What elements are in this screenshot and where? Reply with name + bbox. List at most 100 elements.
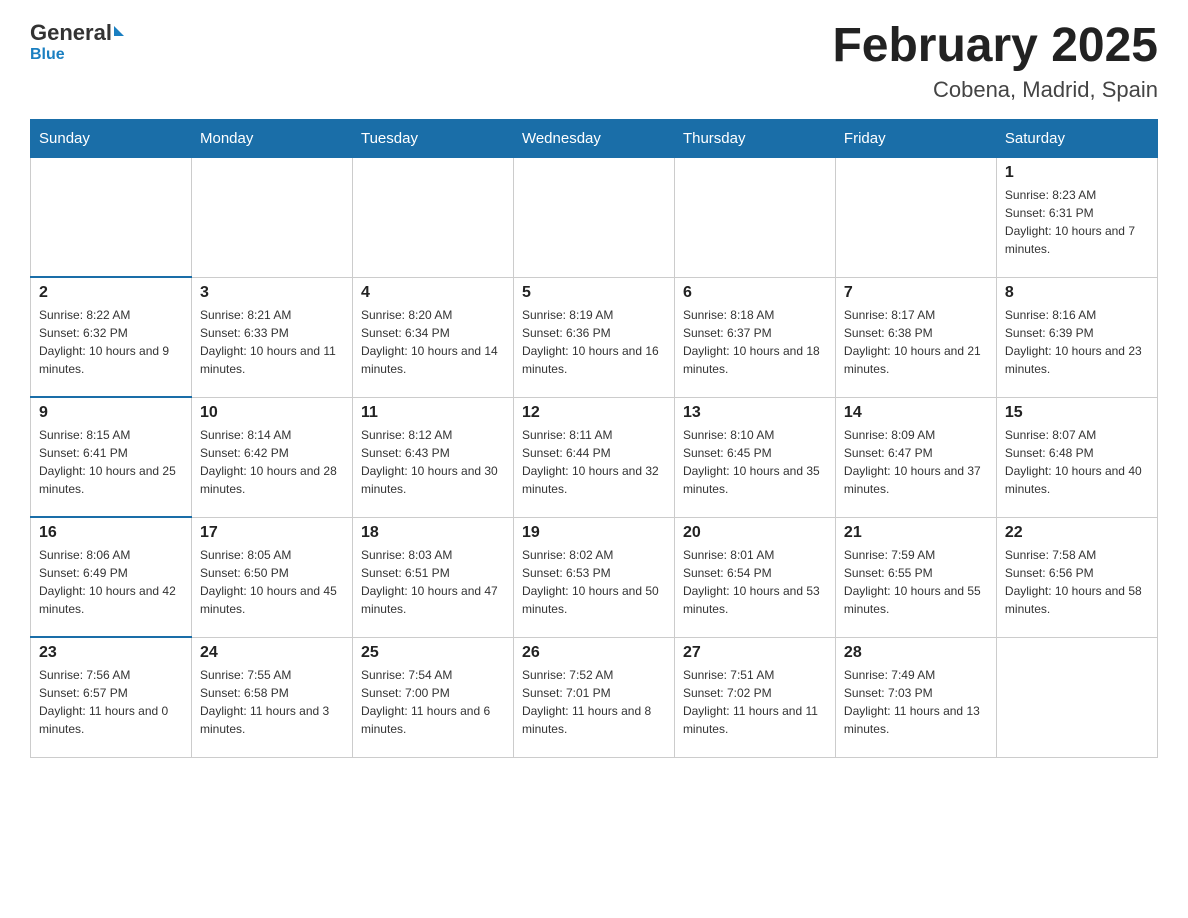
weekday-header-wednesday: Wednesday bbox=[513, 119, 674, 157]
day-number: 13 bbox=[683, 404, 827, 422]
logo-general-text: General bbox=[30, 20, 112, 46]
calendar-week-row: 16 Sunrise: 8:06 AMSunset: 6:49 PMDayligh… bbox=[31, 517, 1158, 637]
day-number: 17 bbox=[200, 524, 344, 542]
day-info: Sunrise: 8:06 AMSunset: 6:49 PMDaylight:… bbox=[39, 546, 183, 618]
weekday-header-tuesday: Tuesday bbox=[352, 119, 513, 157]
day-number: 28 bbox=[844, 644, 988, 662]
day-info: Sunrise: 8:22 AMSunset: 6:32 PMDaylight:… bbox=[39, 306, 183, 378]
day-info: Sunrise: 8:11 AMSunset: 6:44 PMDaylight:… bbox=[522, 426, 666, 498]
day-info: Sunrise: 8:07 AMSunset: 6:48 PMDaylight:… bbox=[1005, 426, 1149, 498]
logo: General Blue bbox=[30, 20, 124, 64]
day-info: Sunrise: 8:14 AMSunset: 6:42 PMDaylight:… bbox=[200, 426, 344, 498]
day-info: Sunrise: 8:21 AMSunset: 6:33 PMDaylight:… bbox=[200, 306, 344, 378]
day-number: 5 bbox=[522, 284, 666, 302]
day-number: 8 bbox=[1005, 284, 1149, 302]
calendar-cell: 2 Sunrise: 8:22 AMSunset: 6:32 PMDaylight… bbox=[31, 277, 192, 397]
weekday-header-saturday: Saturday bbox=[996, 119, 1157, 157]
calendar-cell: 19 Sunrise: 8:02 AMSunset: 6:53 PMDayligh… bbox=[513, 517, 674, 637]
day-number: 10 bbox=[200, 404, 344, 422]
calendar-cell: 23Sunrise: 7:56 AMSunset: 6:57 PMDayligh… bbox=[31, 637, 192, 757]
day-number: 3 bbox=[200, 284, 344, 302]
day-number: 26 bbox=[522, 644, 666, 662]
day-info: Sunrise: 8:20 AMSunset: 6:34 PMDaylight:… bbox=[361, 306, 505, 378]
day-info: Sunrise: 8:01 AMSunset: 6:54 PMDaylight:… bbox=[683, 546, 827, 618]
day-number: 6 bbox=[683, 284, 827, 302]
calendar-cell: 10 Sunrise: 8:14 AMSunset: 6:42 PMDayligh… bbox=[191, 397, 352, 517]
calendar-cell: 21 Sunrise: 7:59 AMSunset: 6:55 PMDayligh… bbox=[835, 517, 996, 637]
day-number: 19 bbox=[522, 524, 666, 542]
calendar-cell: 5 Sunrise: 8:19 AMSunset: 6:36 PMDaylight… bbox=[513, 277, 674, 397]
day-number: 25 bbox=[361, 644, 505, 662]
calendar-cell bbox=[674, 157, 835, 277]
calendar-week-row: 23Sunrise: 7:56 AMSunset: 6:57 PMDayligh… bbox=[31, 637, 1158, 757]
location: Cobena, Madrid, Spain bbox=[832, 77, 1158, 103]
day-info: Sunrise: 7:54 AMSunset: 7:00 PMDaylight:… bbox=[361, 666, 505, 738]
calendar-cell: 14 Sunrise: 8:09 AMSunset: 6:47 PMDayligh… bbox=[835, 397, 996, 517]
day-info: Sunrise: 7:56 AMSunset: 6:57 PMDaylight:… bbox=[39, 666, 183, 738]
calendar-cell: 11Sunrise: 8:12 AMSunset: 6:43 PMDayligh… bbox=[352, 397, 513, 517]
calendar-cell: 13 Sunrise: 8:10 AMSunset: 6:45 PMDayligh… bbox=[674, 397, 835, 517]
day-number: 16 bbox=[39, 524, 183, 542]
calendar-cell: 1Sunrise: 8:23 AMSunset: 6:31 PMDaylight… bbox=[996, 157, 1157, 277]
calendar-cell: 24 Sunrise: 7:55 AMSunset: 6:58 PMDayligh… bbox=[191, 637, 352, 757]
logo-blue-text: Blue bbox=[30, 46, 65, 64]
weekday-header-thursday: Thursday bbox=[674, 119, 835, 157]
day-info: Sunrise: 7:51 AMSunset: 7:02 PMDaylight:… bbox=[683, 666, 827, 738]
calendar-cell: 18 Sunrise: 8:03 AMSunset: 6:51 PMDayligh… bbox=[352, 517, 513, 637]
calendar-cell bbox=[352, 157, 513, 277]
day-info: Sunrise: 8:15 AMSunset: 6:41 PMDaylight:… bbox=[39, 426, 183, 498]
day-info: Sunrise: 7:49 AMSunset: 7:03 PMDaylight:… bbox=[844, 666, 988, 738]
day-info: Sunrise: 8:17 AMSunset: 6:38 PMDaylight:… bbox=[844, 306, 988, 378]
calendar-cell bbox=[835, 157, 996, 277]
day-number: 4 bbox=[361, 284, 505, 302]
weekday-header-friday: Friday bbox=[835, 119, 996, 157]
day-number: 15 bbox=[1005, 404, 1149, 422]
weekday-header-row: SundayMondayTuesdayWednesdayThursdayFrid… bbox=[31, 119, 1158, 157]
calendar-cell: 4 Sunrise: 8:20 AMSunset: 6:34 PMDaylight… bbox=[352, 277, 513, 397]
day-info: Sunrise: 8:05 AMSunset: 6:50 PMDaylight:… bbox=[200, 546, 344, 618]
day-number: 18 bbox=[361, 524, 505, 542]
calendar-cell bbox=[191, 157, 352, 277]
day-number: 1 bbox=[1005, 164, 1149, 182]
day-number: 24 bbox=[200, 644, 344, 662]
calendar-cell: 20 Sunrise: 8:01 AMSunset: 6:54 PMDayligh… bbox=[674, 517, 835, 637]
day-number: 7 bbox=[844, 284, 988, 302]
day-info: Sunrise: 8:10 AMSunset: 6:45 PMDaylight:… bbox=[683, 426, 827, 498]
calendar-cell: 17 Sunrise: 8:05 AMSunset: 6:50 PMDayligh… bbox=[191, 517, 352, 637]
day-info: Sunrise: 8:19 AMSunset: 6:36 PMDaylight:… bbox=[522, 306, 666, 378]
calendar-cell bbox=[996, 637, 1157, 757]
day-info: Sunrise: 8:18 AMSunset: 6:37 PMDaylight:… bbox=[683, 306, 827, 378]
day-number: 22 bbox=[1005, 524, 1149, 542]
title-block: February 2025 Cobena, Madrid, Spain bbox=[832, 20, 1158, 103]
calendar-table: SundayMondayTuesdayWednesdayThursdayFrid… bbox=[30, 119, 1158, 758]
day-number: 9 bbox=[39, 404, 183, 422]
day-info: Sunrise: 7:55 AMSunset: 6:58 PMDaylight:… bbox=[200, 666, 344, 738]
day-number: 11 bbox=[361, 404, 505, 422]
day-number: 2 bbox=[39, 284, 183, 302]
calendar-cell: 27 Sunrise: 7:51 AMSunset: 7:02 PMDayligh… bbox=[674, 637, 835, 757]
day-info: Sunrise: 8:02 AMSunset: 6:53 PMDaylight:… bbox=[522, 546, 666, 618]
day-info: Sunrise: 8:03 AMSunset: 6:51 PMDaylight:… bbox=[361, 546, 505, 618]
calendar-week-row: 9 Sunrise: 8:15 AMSunset: 6:41 PMDaylight… bbox=[31, 397, 1158, 517]
day-number: 21 bbox=[844, 524, 988, 542]
day-number: 27 bbox=[683, 644, 827, 662]
calendar-cell: 9 Sunrise: 8:15 AMSunset: 6:41 PMDaylight… bbox=[31, 397, 192, 517]
weekday-header-sunday: Sunday bbox=[31, 119, 192, 157]
day-info: Sunrise: 8:09 AMSunset: 6:47 PMDaylight:… bbox=[844, 426, 988, 498]
calendar-cell bbox=[31, 157, 192, 277]
calendar-cell: 15 Sunrise: 8:07 AMSunset: 6:48 PMDayligh… bbox=[996, 397, 1157, 517]
day-number: 20 bbox=[683, 524, 827, 542]
day-info: Sunrise: 7:52 AMSunset: 7:01 PMDaylight:… bbox=[522, 666, 666, 738]
calendar-cell: 25 Sunrise: 7:54 AMSunset: 7:00 PMDayligh… bbox=[352, 637, 513, 757]
day-info: Sunrise: 8:16 AMSunset: 6:39 PMDaylight:… bbox=[1005, 306, 1149, 378]
calendar-week-row: 1Sunrise: 8:23 AMSunset: 6:31 PMDaylight… bbox=[31, 157, 1158, 277]
day-number: 12 bbox=[522, 404, 666, 422]
calendar-cell: 8 Sunrise: 8:16 AMSunset: 6:39 PMDaylight… bbox=[996, 277, 1157, 397]
calendar-cell: 7 Sunrise: 8:17 AMSunset: 6:38 PMDaylight… bbox=[835, 277, 996, 397]
day-number: 14 bbox=[844, 404, 988, 422]
month-title: February 2025 bbox=[832, 20, 1158, 73]
calendar-cell bbox=[513, 157, 674, 277]
calendar-cell: 6 Sunrise: 8:18 AMSunset: 6:37 PMDaylight… bbox=[674, 277, 835, 397]
day-info: Sunrise: 7:59 AMSunset: 6:55 PMDaylight:… bbox=[844, 546, 988, 618]
page-header: General Blue February 2025 Cobena, Madri… bbox=[30, 20, 1158, 103]
